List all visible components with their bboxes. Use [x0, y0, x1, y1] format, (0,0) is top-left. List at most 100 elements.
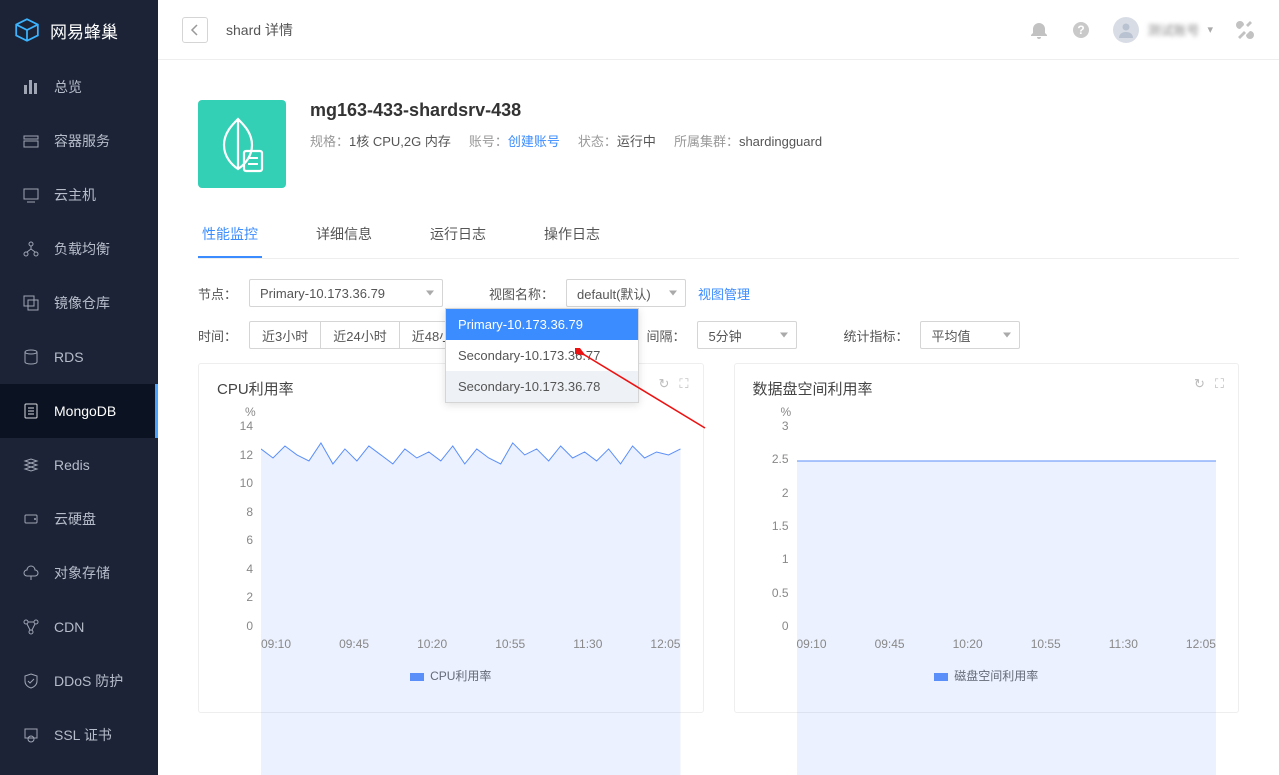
- tab-runlog[interactable]: 运行日志: [426, 212, 490, 258]
- chart-plot: [261, 419, 681, 775]
- charts-row: CPU利用率↻⛶%1412108642009:1009:4510:2010:55…: [198, 363, 1239, 713]
- sidebar-item-label: SSL 证书: [54, 725, 112, 745]
- account-label: 账号：: [469, 134, 508, 149]
- expand-icon[interactable]: ⛶: [679, 376, 688, 392]
- bars-icon: [22, 78, 40, 96]
- tab-oplog[interactable]: 操作日志: [540, 212, 604, 258]
- chart-card: 数据盘空间利用率↻ ⛶%32.521.510.50 09:1009:4510:201…: [734, 363, 1240, 713]
- cdn-icon: [22, 618, 40, 636]
- create-account-link[interactable]: 创建账号: [508, 134, 560, 149]
- view-manage-link[interactable]: 视图管理: [698, 284, 750, 303]
- sidebar-item-cdn[interactable]: CDN: [0, 600, 158, 654]
- node-option[interactable]: Primary-10.173.36.79: [446, 309, 638, 340]
- user-menu[interactable]: 测试账号 ▾: [1113, 17, 1213, 43]
- x-axis: 09:1009:4510:2010:5511:3012:05: [797, 637, 1217, 651]
- sidebar-item-label: MongoDB: [54, 403, 116, 419]
- x-axis: 09:1009:4510:2010:5511:3012:05: [261, 637, 681, 651]
- sidebar-item-oss[interactable]: 对象存储: [0, 546, 158, 600]
- bell-icon[interactable]: [1029, 20, 1049, 40]
- db-icon: [22, 348, 40, 366]
- spec-label: 规格：: [310, 134, 349, 149]
- main-content: mg163-433-shardsrv-438 规格：1核 CPU,2G 内存 账…: [158, 60, 1279, 775]
- node-select[interactable]: Primary-10.173.36.79: [249, 279, 443, 307]
- sidebar-item-container[interactable]: 容器服务: [0, 114, 158, 168]
- container-icon: [22, 132, 40, 150]
- y-axis: 14121086420: [217, 419, 253, 633]
- shield-icon: [22, 672, 40, 690]
- mongodb-logo-icon: [198, 100, 286, 188]
- sidebar-item-label: 云主机: [54, 185, 96, 205]
- filter-row-2: 时间： 近3小时近24小时近48小时近7日自定义 间隔： 5分钟 统计指标： 平…: [198, 321, 1239, 349]
- gap-label: 间隔：: [646, 326, 685, 345]
- sidebar-item-mongodb[interactable]: MongoDB: [0, 384, 158, 438]
- status-value: 运行中: [617, 134, 656, 149]
- sidebar-item-label: Redis: [54, 457, 90, 473]
- node-option[interactable]: Secondary-10.173.36.77: [446, 340, 638, 371]
- sidebar-item-ssl[interactable]: SSL 证书: [0, 708, 158, 762]
- mongo-icon: [22, 402, 40, 420]
- cluster-value: shardingguard: [739, 134, 822, 149]
- sidebar-item-label: 负载均衡: [54, 239, 110, 259]
- refresh-icon[interactable]: ↻: [658, 376, 669, 392]
- tools-icon[interactable]: [1235, 20, 1255, 40]
- sidebar-item-rds[interactable]: RDS: [0, 330, 158, 384]
- chart-card: CPU利用率↻⛶%1412108642009:1009:4510:2010:55…: [198, 363, 704, 713]
- sidebar-item-label: DDoS 防护: [54, 671, 123, 691]
- oss-icon: [22, 564, 40, 582]
- chart-plot: [797, 419, 1217, 775]
- sidebar-item-disk[interactable]: 云硬盘: [0, 492, 158, 546]
- tab-monitor[interactable]: 性能监控: [198, 212, 262, 258]
- stat-select[interactable]: 平均值: [920, 321, 1020, 349]
- y-unit: %: [781, 405, 792, 419]
- breadcrumb: shard 详情: [226, 20, 293, 40]
- cluster-label: 所属集群：: [674, 134, 739, 149]
- username: 测试账号: [1147, 20, 1199, 39]
- spec-value: 1核 CPU,2G 内存: [349, 134, 451, 149]
- sidebar-item-label: 对象存储: [54, 563, 110, 583]
- instance-title: mg163-433-shardsrv-438: [310, 100, 822, 121]
- node-option[interactable]: Secondary-10.173.36.78: [446, 371, 638, 402]
- instance-header: mg163-433-shardsrv-438 规格：1核 CPU,2G 内存 账…: [198, 100, 1239, 188]
- tab-detail[interactable]: 详细信息: [312, 212, 376, 258]
- node-label: 节点：: [198, 284, 237, 303]
- sidebar: 网易蜂巢 总览容器服务云主机负载均衡镜像仓库 RDS MongoDB Redis 云硬盘…: [0, 0, 158, 775]
- expand-icon[interactable]: ⛶: [1215, 376, 1224, 392]
- sidebar-item-redis[interactable]: Redis: [0, 438, 158, 492]
- brand-text: 网易蜂巢: [50, 18, 118, 43]
- y-axis: 32.521.510.50: [753, 419, 789, 633]
- lb-icon: [22, 240, 40, 258]
- help-icon[interactable]: ?: [1071, 20, 1091, 40]
- sidebar-item-label: 镜像仓库: [54, 293, 110, 313]
- time-label: 时间：: [198, 326, 237, 345]
- sidebar-item-label: 总览: [54, 77, 82, 97]
- stat-label: 统计指标：: [843, 326, 908, 345]
- refresh-icon[interactable]: ↻: [1194, 376, 1205, 392]
- status-label: 状态：: [578, 134, 617, 149]
- view-label: 视图名称：: [489, 284, 554, 303]
- time-option[interactable]: 近3小时: [249, 321, 321, 349]
- gap-select[interactable]: 5分钟: [697, 321, 797, 349]
- sidebar-item-lb[interactable]: 负载均衡: [0, 222, 158, 276]
- svg-text:?: ?: [1078, 23, 1085, 37]
- sidebar-item-vm[interactable]: 云主机: [0, 168, 158, 222]
- y-unit: %: [245, 405, 256, 419]
- node-dropdown: Primary-10.173.36.79Secondary-10.173.36.…: [445, 308, 639, 403]
- back-button[interactable]: [182, 17, 208, 43]
- chart-title: 数据盘空间利用率: [753, 378, 1221, 399]
- images-icon: [22, 294, 40, 312]
- tabs: 性能监控 详细信息 运行日志 操作日志: [198, 212, 1239, 259]
- sidebar-item-overview[interactable]: 总览: [0, 60, 158, 114]
- chevron-down-icon: ▾: [1207, 23, 1213, 36]
- avatar-icon: [1113, 17, 1139, 43]
- view-select[interactable]: default(默认): [566, 279, 686, 307]
- sidebar-item-label: 容器服务: [54, 131, 110, 151]
- redis-icon: [22, 456, 40, 474]
- topbar: shard 详情 ? 测试账号 ▾: [158, 0, 1279, 60]
- sidebar-item-label: CDN: [54, 619, 84, 635]
- cert-icon: [22, 726, 40, 744]
- filter-row-1: 节点： Primary-10.173.36.79 视图名称： default(默…: [198, 279, 1239, 307]
- brand-logo[interactable]: 网易蜂巢: [0, 0, 158, 60]
- time-option[interactable]: 近24小时: [320, 321, 399, 349]
- sidebar-item-images[interactable]: 镜像仓库: [0, 276, 158, 330]
- sidebar-item-ddos[interactable]: DDoS 防护: [0, 654, 158, 708]
